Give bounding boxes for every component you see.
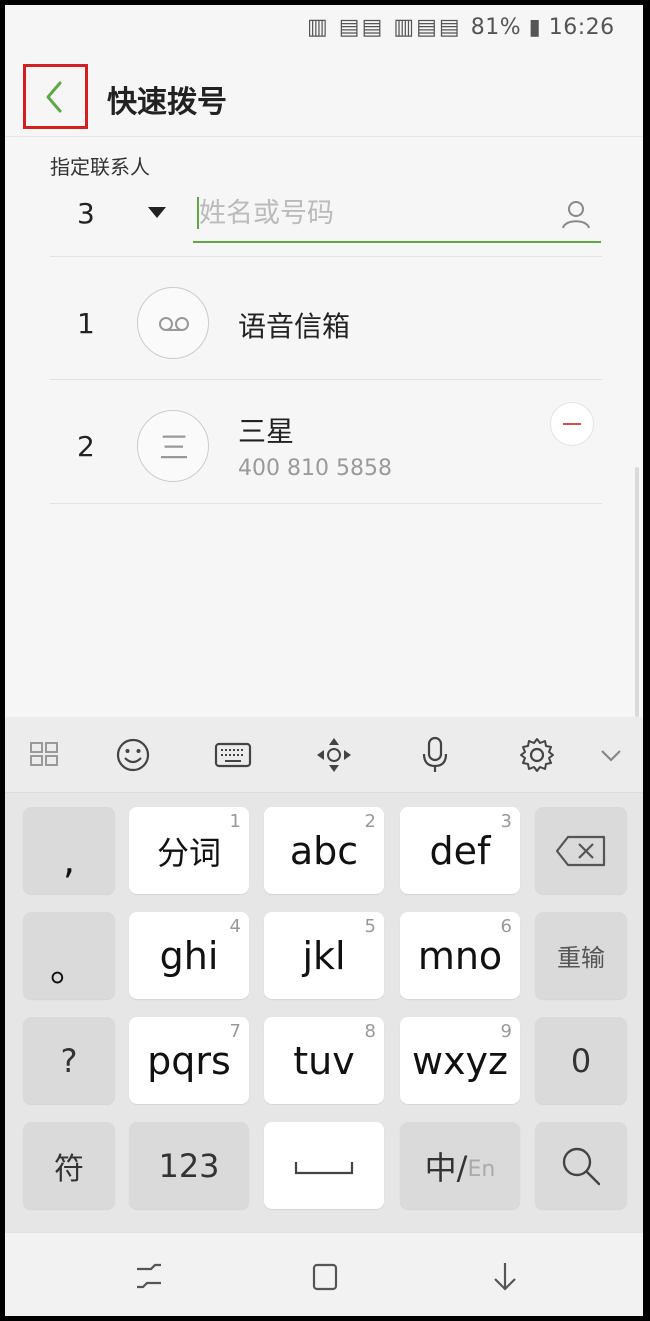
key-6[interactable]: mno 6 xyxy=(400,912,520,999)
text-cursor xyxy=(197,197,199,229)
key-0[interactable]: 0 xyxy=(535,1017,627,1104)
keyboard-toolbar xyxy=(5,717,643,793)
home-icon[interactable] xyxy=(307,1259,343,1295)
battery-icon: ▮ xyxy=(521,15,549,40)
language-switch-key[interactable]: 中/En xyxy=(400,1122,520,1209)
contact-initial-icon: 三 xyxy=(137,410,209,482)
key-5[interactable]: jkl 5 xyxy=(264,912,384,999)
scrollbar[interactable] xyxy=(635,467,639,717)
voicemail-icon xyxy=(137,287,209,359)
key-9[interactable]: wxyz 9 xyxy=(400,1017,520,1104)
search-input[interactable] xyxy=(193,185,543,241)
symbols-key[interactable]: 符 xyxy=(23,1122,115,1209)
settings-icon[interactable] xyxy=(517,735,557,775)
key-comma[interactable]: , xyxy=(23,807,115,894)
microphone-icon[interactable] xyxy=(415,735,455,775)
key-3[interactable]: def 3 xyxy=(400,807,520,894)
numbers-key[interactable]: 123 xyxy=(129,1122,249,1209)
remove-button[interactable] xyxy=(550,402,594,446)
entry-name: 语音信箱 xyxy=(238,310,351,343)
back-button[interactable] xyxy=(23,64,88,129)
recents-icon[interactable] xyxy=(131,1259,167,1295)
status-bar: ▥ ▤▤ ▥▤▤ 81% ▮ 16:26 xyxy=(5,5,643,55)
backspace-key[interactable] xyxy=(535,807,627,894)
phone-screen: ▥ ▤▤ ▥▤▤ 81% ▮ 16:26 快速拨号 指定联系人 3 1 xyxy=(5,5,643,1316)
chevron-left-icon xyxy=(46,81,62,113)
entry-phone: 400 810 5858 xyxy=(238,456,392,481)
key-1[interactable]: 分词 1 xyxy=(129,807,249,894)
re-enter-key[interactable]: 重输 xyxy=(535,912,627,999)
signal-icons: ▥ ▤▤ ▥▤▤ xyxy=(307,15,471,40)
page-title: 快速拨号 xyxy=(107,85,227,120)
minus-icon xyxy=(563,423,581,425)
battery-percent: 81% xyxy=(470,15,522,40)
clock: 16:26 xyxy=(548,15,615,40)
key-7[interactable]: pqrs 7 xyxy=(129,1017,249,1104)
speed-dial-entry-2[interactable]: 2 三 三星 400 810 5858 xyxy=(5,380,643,502)
slot-number[interactable]: 3 xyxy=(77,197,95,230)
space-key[interactable] xyxy=(264,1122,384,1209)
collapse-icon[interactable] xyxy=(591,735,631,775)
search-icon xyxy=(562,1147,601,1186)
search-field[interactable] xyxy=(193,185,601,243)
cursor-move-icon[interactable] xyxy=(314,735,354,775)
key-2[interactable]: abc 2 xyxy=(264,807,384,894)
backspace-icon xyxy=(555,835,606,867)
speed-dial-entry-1[interactable]: 1 语音信箱 xyxy=(5,257,643,379)
status-indicators: ▥ ▤▤ ▥▤▤ 81% ▮ 16:26 xyxy=(307,15,615,40)
space-icon xyxy=(294,1162,354,1175)
key-4[interactable]: ghi 4 xyxy=(129,912,249,999)
divider xyxy=(50,503,602,504)
key-question[interactable]: ? xyxy=(23,1017,115,1104)
svg-text:三: 三 xyxy=(159,431,189,466)
back-icon[interactable] xyxy=(487,1259,523,1295)
emoji-icon[interactable] xyxy=(113,735,153,775)
contact-picker-icon[interactable] xyxy=(559,197,593,231)
entry-number: 1 xyxy=(77,307,95,340)
key-8[interactable]: tuv 8 xyxy=(264,1017,384,1104)
navigation-bar xyxy=(5,1232,643,1316)
language-alt: En xyxy=(467,1157,496,1182)
app-header: 快速拨号 xyxy=(5,55,643,137)
dropdown-arrow-icon[interactable] xyxy=(145,201,169,223)
key-period[interactable]: 。 xyxy=(23,912,115,999)
keyboard-icon[interactable] xyxy=(213,735,253,775)
entry-name: 三星 xyxy=(238,415,295,448)
assign-contact-label: 指定联系人 xyxy=(50,155,150,179)
keyboard: , 分词 1 abc 2 def 3 。 ghi 4 jkl 5 mno 6 重… xyxy=(5,717,643,1232)
language-current: 中/ xyxy=(424,1148,468,1187)
grid-icon[interactable] xyxy=(25,735,65,775)
entry-number: 2 xyxy=(77,430,95,463)
search-key[interactable] xyxy=(535,1122,627,1209)
